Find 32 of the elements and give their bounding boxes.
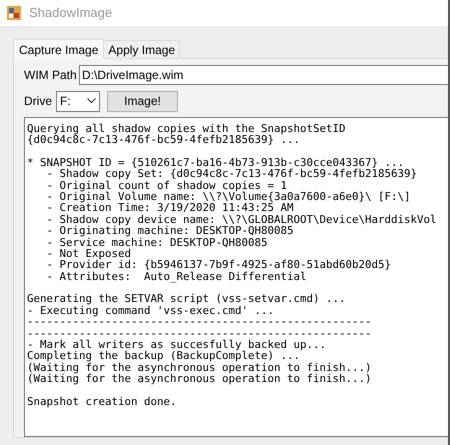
field-label: Drive [24,93,54,110]
log-line: - Originating machine: DESKTOP-QH80085 [46,225,294,237]
chevron-down-icon [87,98,96,104]
wim-path-field[interactable]: D:\DriveImage.wim [79,65,448,85]
drive-dropdown[interactable]: F: [56,90,100,112]
app-icon [7,6,21,20]
log-line: * SNAPSHOT ID = {510261c7-ba16-4b73-913b-c30cce043367} ... [27,156,404,168]
image-button[interactable]: Image! [107,90,178,112]
log-line: - Shadow copy Set: {d0c94c8c-7c13-476f-bc59-4fefb2185639} [46,168,418,180]
log-line: - Executing command 'vss-exec.cmd' ... [27,304,274,316]
tab[interactable]: Apply Image [104,40,180,58]
log-line: - Mark all writers as succesfully backed up... [27,338,326,350]
log-line: (Waiting for the asynchronous operation to finish...) [27,362,372,374]
log-line: Completing the backup (BackupComplete) ... [27,350,300,362]
log-line: {d0c94c8c-7c13-476f-bc59-4fefb2185639} ... [27,134,300,146]
log-line: - Original count of shadow copies = 1 [46,180,288,192]
log-line: - Service machine: DESKTOP-QH80085 [46,236,268,248]
log-line: - Attributes: Auto_Release Differential [46,270,307,282]
log-line: - Original Volume name: \\?\Volume{3a0a7600-a6e0}\ [F:\] [46,191,411,202]
log-line: - Shadow copy device name: \\?\GLOBALROOT\Device\HarddiskVol [46,214,437,226]
log-line: - Provider id: {b5946137-7b9f-4925-af80-51abd60b20d5} [46,259,392,271]
log-line: Snapshot creation done. [27,396,177,407]
log-line: ----------------------------------------------------- [27,316,372,328]
log-line: (Waiting for the asynchronous operation to finish...) [27,373,372,385]
log-line: Generating the SETVAR script (vss-setvar.cmd) ... [27,293,346,305]
log-line: ----------------------------------------------------- [27,328,372,339]
field-label: WIM Path [24,67,78,84]
log-line: - Creation Time: 3/19/2020 11:43:25 AM [46,202,294,214]
window-title: ShadowImage [29,4,112,22]
log-line: Querying all shadow copies with the SnapshotSetID [27,123,346,134]
log-line: - Not Exposed [46,248,132,260]
tab[interactable]: Capture Image [13,39,104,59]
